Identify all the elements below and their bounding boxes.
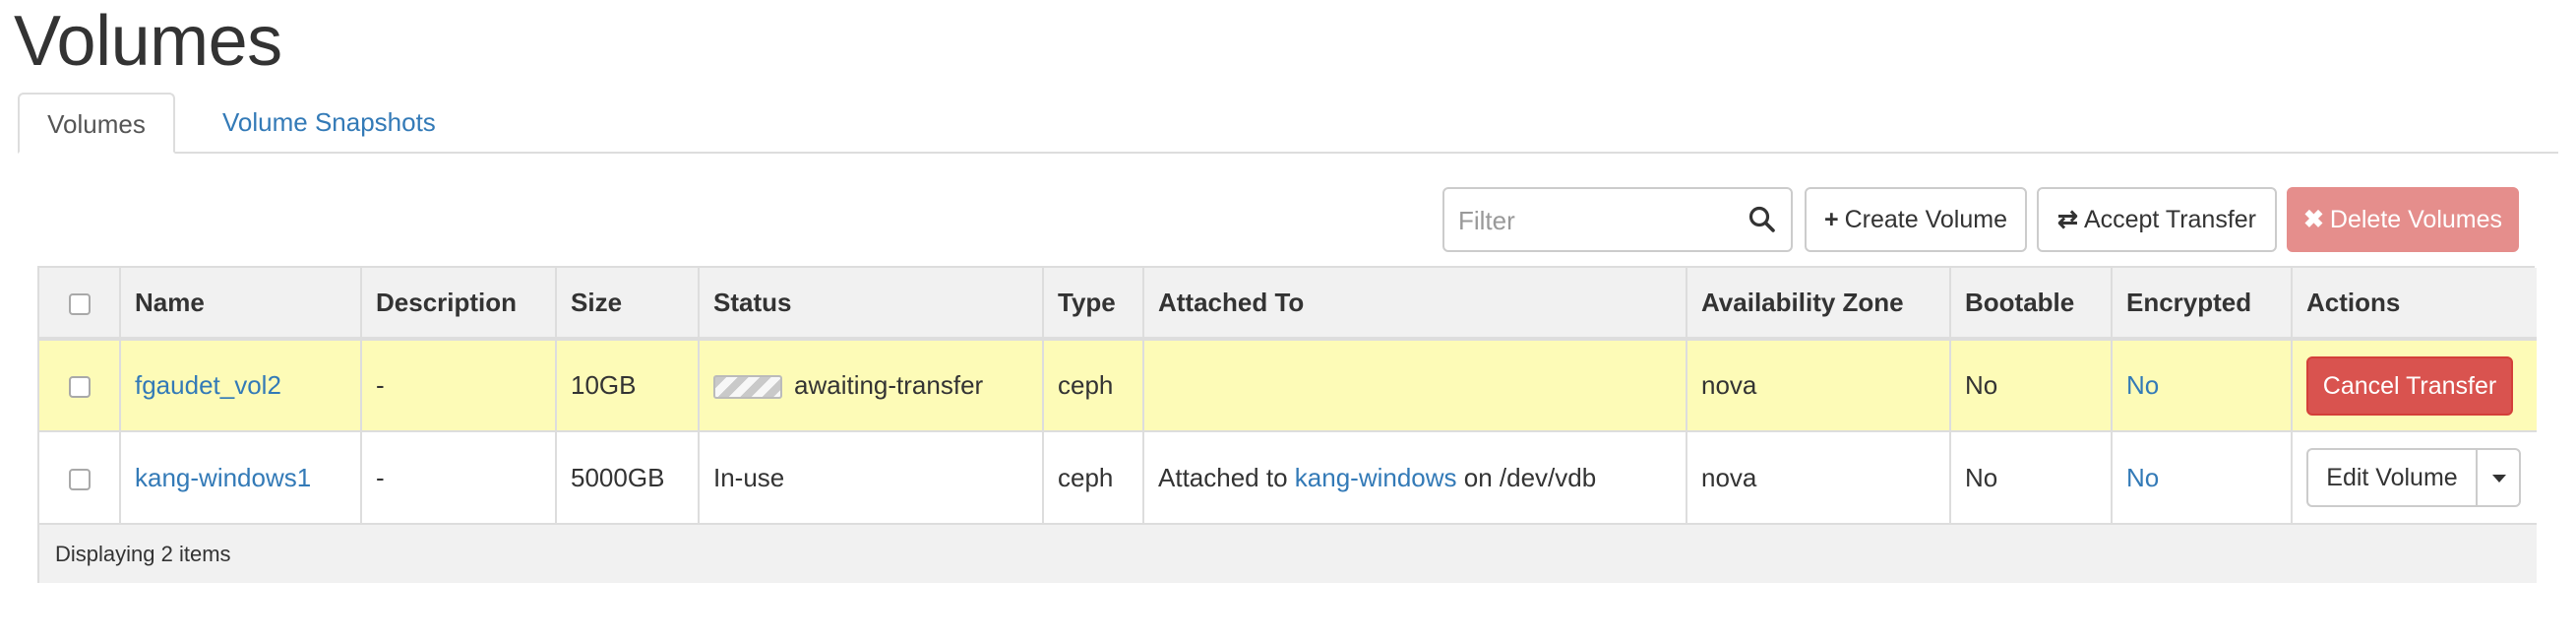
volume-attached-to: Attached to kang-windows on /dev/vdb (1143, 431, 1687, 524)
chevron-down-icon[interactable] (2476, 448, 2521, 507)
column-header-attached-to[interactable]: Attached To (1143, 268, 1687, 339)
search-icon[interactable] (1748, 205, 1777, 234)
item-count: Displaying 2 items (55, 541, 231, 566)
volume-status: In-use (699, 431, 1044, 524)
volume-encrypted-link[interactable]: No (2126, 370, 2159, 400)
volume-type: ceph (1043, 431, 1144, 524)
accept-transfer-label: Accept Transfer (2083, 206, 2257, 233)
edit-volume-button[interactable]: Edit Volume (2306, 448, 2476, 507)
create-volume-button[interactable]: + Create Volume (1805, 187, 2027, 252)
tab-volume-snapshots[interactable]: Volume Snapshots (193, 93, 465, 152)
close-icon: ✖ (2302, 206, 2324, 233)
filter-input[interactable] (1456, 189, 1736, 252)
volumes-table: Name Description Size Status Type Attach… (37, 266, 2537, 583)
tab-bar: Volumes Volume Snapshots (18, 93, 2558, 154)
cancel-transfer-button[interactable]: Cancel Transfer (2306, 355, 2513, 416)
delete-volumes-button[interactable]: ✖ Delete Volumes (2287, 187, 2519, 252)
volume-attached-to (1143, 339, 1687, 431)
volume-description: - (361, 431, 557, 524)
volume-name-link[interactable]: fgaudet_vol2 (135, 370, 281, 400)
accept-transfer-button[interactable]: ⇄ Accept Transfer (2037, 187, 2277, 252)
volume-size: 5000GB (556, 431, 700, 524)
transfer-progress-bar (713, 375, 782, 400)
filter-box (1442, 187, 1793, 252)
volume-description: - (361, 339, 557, 431)
table-row: kang-windows1 - 5000GB In-use ceph Attac… (39, 431, 2537, 524)
column-header-status[interactable]: Status (699, 268, 1044, 339)
volume-bootable: No (1950, 339, 2113, 431)
table-header-row: Name Description Size Status Type Attach… (39, 268, 2537, 339)
table-row: fgaudet_vol2 - 10GB awaiting-transfer ce… (39, 339, 2537, 431)
select-all-checkbox[interactable] (68, 292, 91, 315)
volume-bootable: No (1950, 431, 2113, 524)
volume-type: ceph (1043, 339, 1144, 431)
column-header-size[interactable]: Size (556, 268, 700, 339)
row-checkbox[interactable] (68, 468, 91, 490)
column-header-description[interactable]: Description (361, 268, 557, 339)
attached-suffix: on /dev/vdb (1463, 462, 1597, 492)
edit-volume-split-button: Edit Volume (2306, 448, 2521, 507)
plus-icon: + (1824, 206, 1839, 233)
attached-instance-link[interactable]: kang-windows (1295, 463, 1457, 492)
column-header-availability-zone[interactable]: Availability Zone (1687, 268, 1951, 339)
table-footer-row: Displaying 2 items (39, 524, 2537, 583)
column-header-type[interactable]: Type (1043, 268, 1144, 339)
row-checkbox[interactable] (68, 376, 91, 399)
volume-availability-zone: nova (1687, 339, 1951, 431)
tab-volumes[interactable]: Volumes (18, 93, 175, 154)
column-header-bootable[interactable]: Bootable (1950, 268, 2113, 339)
delete-volumes-label: Delete Volumes (2329, 206, 2503, 233)
column-header-actions: Actions (2306, 287, 2401, 317)
volume-encrypted-link[interactable]: No (2126, 463, 2159, 492)
column-header-encrypted[interactable]: Encrypted (2112, 268, 2293, 339)
column-header-name[interactable]: Name (120, 268, 362, 339)
volume-status: awaiting-transfer (794, 370, 984, 400)
attached-prefix: Attached to (1158, 462, 1288, 492)
exchange-icon: ⇄ (2056, 206, 2078, 233)
create-volume-label: Create Volume (1844, 206, 2007, 233)
volume-size: 10GB (556, 339, 700, 431)
page-title: Volumes (14, 2, 282, 81)
volume-name-link[interactable]: kang-windows1 (135, 463, 311, 492)
volume-availability-zone: nova (1687, 431, 1951, 524)
